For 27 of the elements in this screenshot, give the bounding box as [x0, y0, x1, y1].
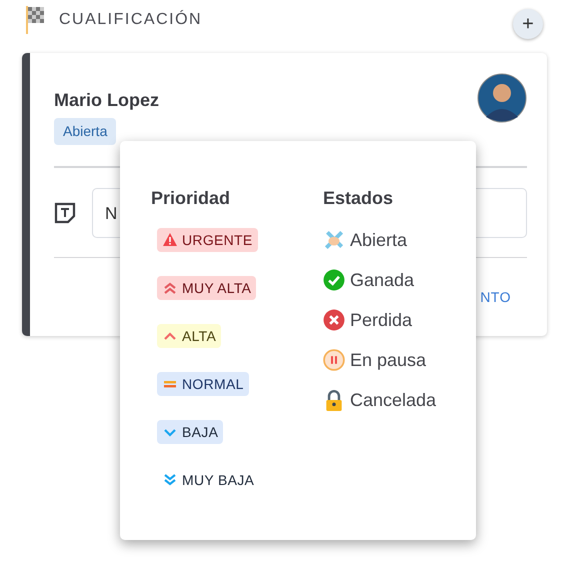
avatar-icon [477, 73, 527, 123]
priority-tag: ALTA [157, 324, 222, 348]
priority-heading: Prioridad [151, 187, 232, 210]
double-chevron-down-icon [162, 472, 178, 488]
contact-name: Mario Lopez [54, 89, 160, 112]
pause-circle-icon [323, 349, 345, 371]
state-label: Ganada [350, 268, 414, 292]
states-heading: Estados [323, 187, 394, 210]
state-label: Cancelada [350, 388, 436, 412]
warning-icon [162, 232, 178, 248]
section-title: CUALIFICACIÓN [59, 9, 202, 30]
priority-tag: NORMAL [157, 372, 249, 396]
state-label: Abierta [350, 228, 408, 252]
checkered-flag-icon [25, 4, 47, 34]
status-tag: Abierta [54, 118, 116, 145]
x-circle-icon [323, 309, 345, 331]
priority-tag: BAJA [157, 420, 224, 444]
note-icon [54, 202, 76, 224]
double-chevron-up-icon [162, 280, 178, 296]
add-button[interactable]: + [513, 9, 543, 39]
state-label: En pausa [350, 348, 426, 372]
link[interactable]: NTO [480, 287, 511, 308]
check-circle-icon [323, 269, 345, 291]
state-label: Perdida [350, 308, 412, 332]
priority-tag: URGENTE [157, 228, 258, 252]
priority-tag: MUY ALTA [157, 276, 256, 300]
priority-tag: MUY BAJA [157, 468, 260, 492]
